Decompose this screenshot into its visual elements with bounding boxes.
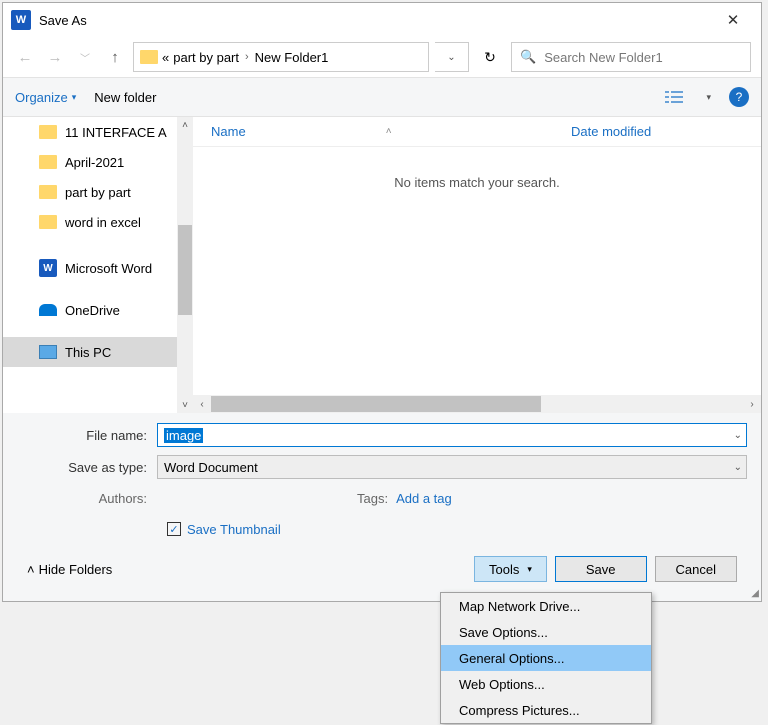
word-app-icon: W (11, 10, 31, 30)
cancel-button[interactable]: Cancel (655, 556, 737, 582)
forward-button[interactable]: → (43, 45, 67, 69)
scroll-thumb[interactable] (178, 225, 192, 315)
tools-menu: Map Network Drive... Save Options... Gen… (440, 592, 652, 724)
pc-icon (39, 345, 57, 359)
metadata-row: Authors: Tags: Add a tag (17, 485, 747, 511)
chevron-right-icon: › (243, 51, 251, 63)
authors-label: Authors: (17, 491, 157, 506)
organize-menu[interactable]: Organize ▾ (15, 90, 76, 105)
chevron-down-icon[interactable]: ⌄ (734, 430, 742, 441)
tags-value[interactable]: Add a tag (396, 491, 452, 506)
column-headers[interactable]: Name ˄ Date modified (193, 117, 761, 147)
onedrive-icon (39, 304, 57, 316)
scroll-right-icon[interactable]: › (743, 399, 761, 410)
nav-folder[interactable]: 11 INTERFACE A (3, 117, 193, 147)
folder-icon (39, 155, 57, 169)
window-title: Save As (39, 13, 713, 28)
nav-tree[interactable]: 11 INTERFACE A April-2021 part by part w… (3, 117, 193, 413)
savetype-select[interactable]: Word Document ⌄ (157, 455, 747, 479)
bottom-panel: File name: image ⌄ Save as type: Word Do… (3, 413, 761, 601)
menu-map-drive[interactable]: Map Network Drive... (441, 593, 651, 619)
chevron-down-icon[interactable]: ▾ (706, 92, 711, 103)
savetype-label: Save as type: (17, 460, 157, 475)
filename-value: image (164, 428, 203, 443)
recent-dropdown-icon[interactable]: ﹀ (73, 45, 97, 69)
nav-folder[interactable]: part by part (3, 177, 193, 207)
resize-grip-icon[interactable]: ◢ (751, 588, 759, 599)
folder-icon (39, 185, 57, 199)
toolbar: Organize ▾ New folder ▾ ? (3, 77, 761, 117)
word-icon: W (39, 259, 57, 277)
back-button[interactable]: ← (13, 45, 37, 69)
filename-input[interactable]: image ⌄ (157, 423, 747, 447)
chevron-down-icon: ▾ (527, 564, 532, 575)
menu-web-options[interactable]: Web Options... (441, 671, 651, 697)
filename-label: File name: (17, 428, 157, 443)
path-ellipsis: « (162, 50, 169, 65)
col-name[interactable]: Name (211, 124, 246, 139)
sort-icon: ˄ (386, 126, 392, 137)
nav-scrollbar[interactable]: ˄ ˅ (177, 117, 193, 413)
save-thumbnail-label[interactable]: Save Thumbnail (187, 522, 281, 537)
nav-pane: 11 INTERFACE A April-2021 part by part w… (3, 117, 193, 413)
menu-general-options[interactable]: General Options... (441, 645, 651, 671)
hide-folders-button[interactable]: ˄ Hide Folders (27, 562, 112, 577)
list-view-icon (665, 90, 683, 104)
chevron-down-icon[interactable]: ⌄ (734, 462, 742, 473)
scroll-thumb[interactable] (211, 396, 541, 412)
save-as-dialog: W Save As ✕ ← → ﹀ ↑ « part by part › New… (2, 2, 762, 602)
nav-this-pc[interactable]: This PC (3, 337, 193, 367)
new-folder-button[interactable]: New folder (94, 90, 156, 105)
folder-icon (39, 125, 57, 139)
save-button[interactable]: Save (555, 556, 647, 582)
scroll-down-icon[interactable]: ˅ (177, 397, 193, 413)
body-area: 11 INTERFACE A April-2021 part by part w… (3, 117, 761, 413)
folder-icon (39, 215, 57, 229)
refresh-button[interactable]: ↻ (475, 42, 505, 72)
nav-folder[interactable]: word in excel (3, 207, 193, 237)
nav-word[interactable]: WMicrosoft Word (3, 253, 193, 283)
help-button[interactable]: ? (729, 87, 749, 107)
chevron-down-icon: ▾ (72, 92, 77, 103)
folder-icon (140, 50, 158, 64)
col-date[interactable]: Date modified (571, 124, 761, 139)
nav-row: ← → ﹀ ↑ « part by part › New Folder1 ⌄ ↻… (3, 37, 761, 77)
up-button[interactable]: ↑ (103, 45, 127, 69)
file-list-area: Name ˄ Date modified No items match your … (193, 117, 761, 413)
menu-compress-pictures[interactable]: Compress Pictures... (441, 697, 651, 723)
scroll-left-icon[interactable]: ‹ (193, 399, 211, 410)
nav-onedrive[interactable]: OneDrive (3, 295, 193, 325)
footer-row: ˄ Hide Folders Tools ▾ Save Cancel (17, 547, 747, 591)
savetype-value: Word Document (164, 460, 258, 475)
chevron-up-icon: ˄ (27, 562, 35, 577)
address-dropdown[interactable]: ⌄ (435, 42, 469, 72)
nav-folder[interactable]: April-2021 (3, 147, 193, 177)
path-seg[interactable]: New Folder1 (255, 50, 329, 65)
menu-save-options[interactable]: Save Options... (441, 619, 651, 645)
empty-message: No items match your search. (193, 147, 761, 395)
tags-label: Tags: (357, 491, 396, 506)
h-scrollbar[interactable]: ‹ › (193, 395, 761, 413)
thumbnail-row: ✓ Save Thumbnail (17, 511, 747, 547)
close-icon[interactable]: ✕ (713, 11, 753, 29)
save-thumbnail-checkbox[interactable]: ✓ (167, 522, 181, 536)
search-input[interactable]: 🔍 Search New Folder1 (511, 42, 751, 72)
tools-button[interactable]: Tools ▾ (474, 556, 547, 582)
address-bar[interactable]: « part by part › New Folder1 (133, 42, 429, 72)
search-placeholder: Search New Folder1 (544, 50, 663, 65)
view-options-button[interactable] (660, 86, 688, 108)
search-icon: 🔍 (520, 49, 536, 65)
titlebar: W Save As ✕ (3, 3, 761, 37)
scroll-up-icon[interactable]: ˄ (177, 117, 193, 133)
path-seg[interactable]: part by part (173, 50, 239, 65)
